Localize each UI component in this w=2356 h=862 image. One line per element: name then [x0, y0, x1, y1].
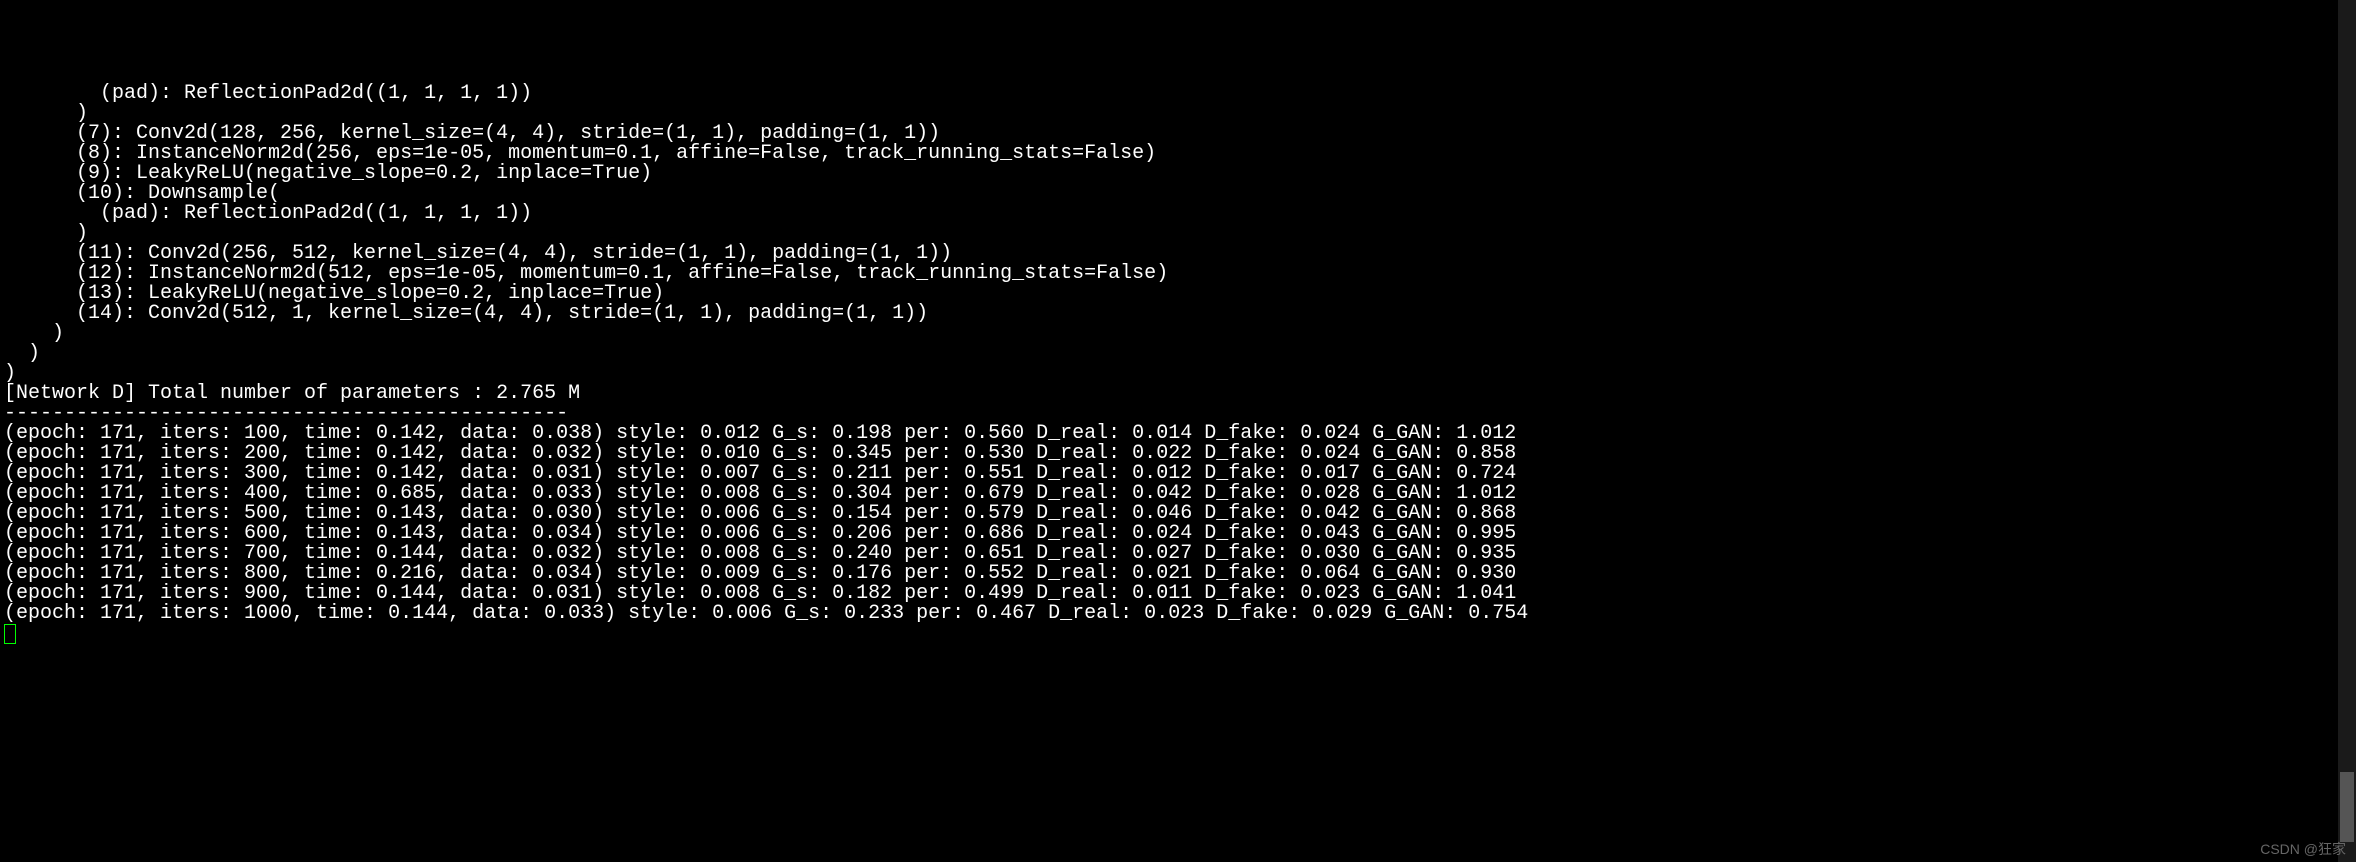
terminal-cursor — [4, 624, 16, 644]
scrollbar-track[interactable] — [2338, 0, 2356, 862]
scrollbar-thumb[interactable] — [2340, 772, 2354, 842]
terminal-output: (pad): ReflectionPad2d((1, 1, 1, 1)) ) (… — [4, 82, 1528, 625]
watermark-text: CSDN @狂家 — [2260, 842, 2346, 856]
